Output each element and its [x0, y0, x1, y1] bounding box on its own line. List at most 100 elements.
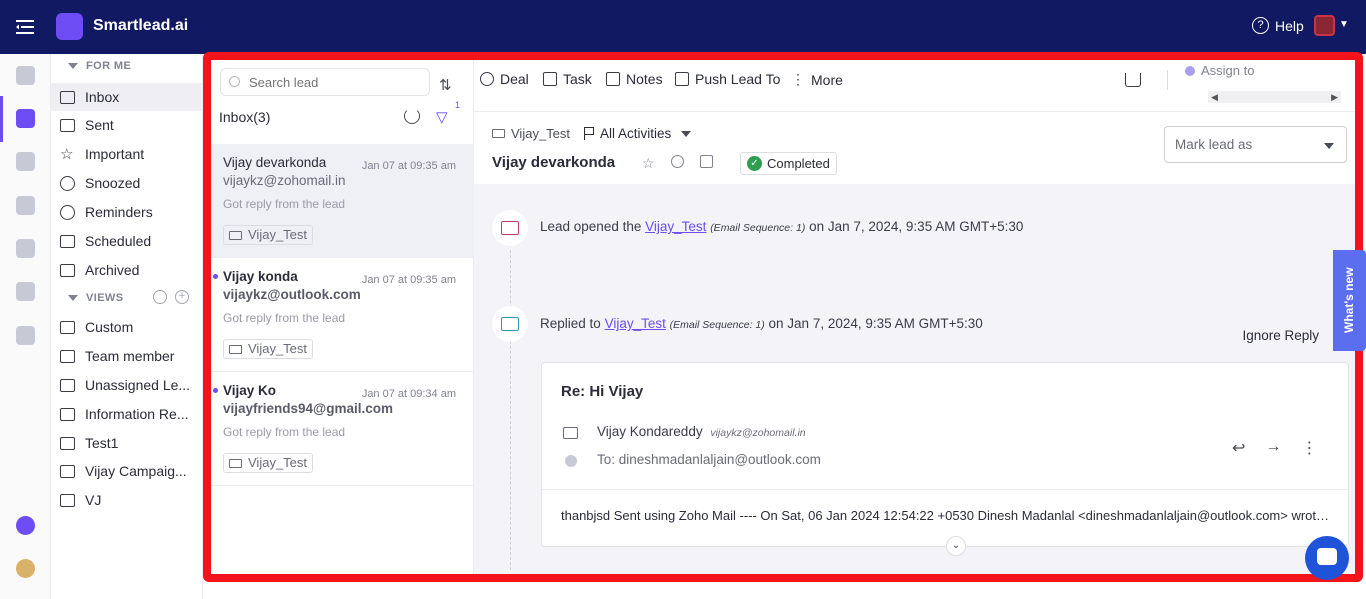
- lead-header-icons: ☆: [642, 155, 713, 172]
- sidebar-view-item[interactable]: VJ: [51, 486, 203, 514]
- assign-to-field[interactable]: Assign to: [1185, 63, 1254, 78]
- inbox-rail-icon[interactable]: [16, 109, 35, 128]
- sidebar-item-reminders[interactable]: Reminders: [51, 198, 203, 226]
- chat-widget-button[interactable]: [1305, 536, 1349, 580]
- expand-email-button[interactable]: ⌄: [946, 536, 966, 556]
- sidebar-item-inbox[interactable]: Inbox: [51, 83, 203, 111]
- view-icon: [60, 407, 75, 421]
- view-icon: [60, 349, 75, 363]
- lead-detail-panel: Deal Task Notes Push Lead To ⋮ More Assi…: [474, 60, 1355, 574]
- more-vert-icon: ⋮: [791, 71, 805, 87]
- filter-count-badge: 1: [455, 100, 461, 110]
- avatar[interactable]: [1314, 15, 1335, 36]
- campaign-link[interactable]: Vijay_Test: [645, 219, 706, 234]
- forward-icon[interactable]: →: [1265, 438, 1281, 458]
- sidebar-item-scheduled[interactable]: Scheduled: [51, 227, 203, 255]
- sender-name: Vijay Kondareddy: [597, 424, 703, 439]
- reply-icon[interactable]: ↩: [1232, 438, 1245, 458]
- deal-button[interactable]: Deal: [480, 71, 529, 87]
- campaign-link[interactable]: Vijay_Test: [605, 316, 666, 331]
- sidebar-item-label: Scheduled: [85, 233, 152, 249]
- sidebar-view-item[interactable]: Unassigned Le...: [51, 371, 203, 399]
- app-rail: [0, 54, 51, 599]
- puzzle-icon[interactable]: [16, 239, 35, 258]
- play-icon[interactable]: [16, 516, 35, 535]
- filter-icon[interactable]: ▽: [436, 108, 448, 126]
- campaign-tag: Vijay_Test: [223, 453, 314, 473]
- star-icon[interactable]: ☆: [642, 155, 655, 172]
- views-label: VIEWS: [86, 292, 124, 304]
- chevron-down-icon[interactable]: ▼: [1339, 19, 1349, 30]
- view-icon: [60, 464, 75, 478]
- sidebar-item-label: Snoozed: [85, 175, 141, 191]
- assign-to-label: Assign to: [1201, 63, 1255, 78]
- megaphone-icon[interactable]: [16, 66, 35, 85]
- sidebar-view-item[interactable]: Custom: [51, 313, 203, 341]
- campaign-link[interactable]: Vijay_Test: [492, 126, 570, 141]
- lead-list-panel: ⇅ Inbox(3) ▽ 1 Vijay devarkonda Jan 07 a…: [211, 60, 474, 574]
- notes-label: Notes: [626, 71, 663, 87]
- sort-icon[interactable]: ⇅: [439, 76, 452, 94]
- check-circle-icon: ✓: [747, 156, 762, 171]
- dollar-icon: [480, 72, 494, 86]
- megaphone-icon: [492, 129, 505, 138]
- copy-icon[interactable]: [699, 155, 713, 168]
- ignore-reply-button[interactable]: Ignore Reply: [1242, 328, 1319, 343]
- lead-list-item[interactable]: Vijay devarkonda Jan 07 at 09:35 am vija…: [211, 144, 474, 258]
- campaign-tag-label: Vijay_Test: [248, 341, 308, 356]
- views-header[interactable]: VIEWS: [68, 292, 123, 304]
- search-input[interactable]: [220, 68, 430, 96]
- lead-snippet: Got reply from the lead: [223, 197, 346, 211]
- inbox-tray-icon[interactable]: [1125, 73, 1141, 87]
- sidebar-item-important[interactable]: ☆ Important: [51, 140, 203, 168]
- sidebar-item-archived[interactable]: Archived: [51, 256, 203, 284]
- horizontal-scrollbar[interactable]: ◀ ▶: [1208, 91, 1341, 103]
- collapse-caret-icon: [68, 63, 78, 69]
- email-actions: ↩ → ⋮: [1232, 438, 1317, 458]
- lead-time: Jan 07 at 09:35 am: [361, 274, 456, 286]
- bolt-icon[interactable]: [16, 282, 35, 301]
- notes-button[interactable]: Notes: [606, 71, 663, 87]
- whats-new-tab[interactable]: What's new: [1333, 250, 1366, 351]
- info-icon[interactable]: [670, 155, 684, 168]
- scroll-left-icon[interactable]: ◀: [1211, 91, 1218, 103]
- detail-toolbar: Deal Task Notes Push Lead To ⋮ More Assi…: [474, 60, 1355, 112]
- mark-lead-select[interactable]: Mark lead as: [1164, 126, 1347, 163]
- sidebar-view-item[interactable]: Team member: [51, 342, 203, 370]
- lead-list-item[interactable]: Vijay Ko Jan 07 at 09:34 am vijayfriends…: [211, 372, 474, 486]
- chart-icon[interactable]: [16, 326, 35, 345]
- activities-filter-label: All Activities: [600, 126, 672, 141]
- for-me-header[interactable]: FOR ME: [68, 60, 131, 72]
- expand-recipients-icon[interactable]: [565, 455, 577, 467]
- lead-email: vijayfriends94@gmail.com: [223, 401, 393, 416]
- sidebar-view-item[interactable]: Information Re...: [51, 400, 203, 428]
- refresh-icon[interactable]: [404, 108, 420, 124]
- push-lead-button[interactable]: Push Lead To: [675, 71, 780, 87]
- toolbar-divider: [1167, 70, 1168, 90]
- app-name: Smartlead.ai: [93, 17, 189, 34]
- search-views-icon[interactable]: [153, 290, 167, 304]
- scroll-right-icon[interactable]: ▶: [1331, 91, 1338, 103]
- more-vert-icon[interactable]: ⋮: [1301, 438, 1317, 458]
- more-button[interactable]: ⋮ More: [791, 71, 843, 88]
- task-button[interactable]: Task: [543, 71, 592, 87]
- sidebar-item-snoozed[interactable]: Snoozed: [51, 169, 203, 197]
- mail-rail-icon[interactable]: [16, 152, 35, 171]
- more-label: More: [811, 71, 843, 88]
- sidebar-item-sent[interactable]: Sent: [51, 111, 203, 139]
- bulb-icon[interactable]: [16, 196, 35, 215]
- menu-icon[interactable]: [15, 17, 35, 37]
- activities-filter-dropdown[interactable]: All Activities: [584, 126, 692, 141]
- view-icon: [60, 320, 75, 334]
- sidebar-view-item[interactable]: Test1: [51, 429, 203, 457]
- views-tools: +: [153, 290, 189, 304]
- archive-icon: [60, 263, 75, 277]
- sidebar-item-label: Team member: [85, 348, 175, 364]
- add-view-icon[interactable]: +: [175, 290, 189, 304]
- money-bag-icon[interactable]: [16, 559, 35, 578]
- campaign-tag-label: Vijay_Test: [248, 455, 308, 470]
- lead-list-item[interactable]: Vijay konda Jan 07 at 09:35 am vijaykz@o…: [211, 258, 474, 372]
- sidebar-view-item[interactable]: Vijay Campaig...: [51, 457, 203, 485]
- help-button[interactable]: ? Help: [1252, 17, 1304, 34]
- task-list-icon: [543, 72, 557, 86]
